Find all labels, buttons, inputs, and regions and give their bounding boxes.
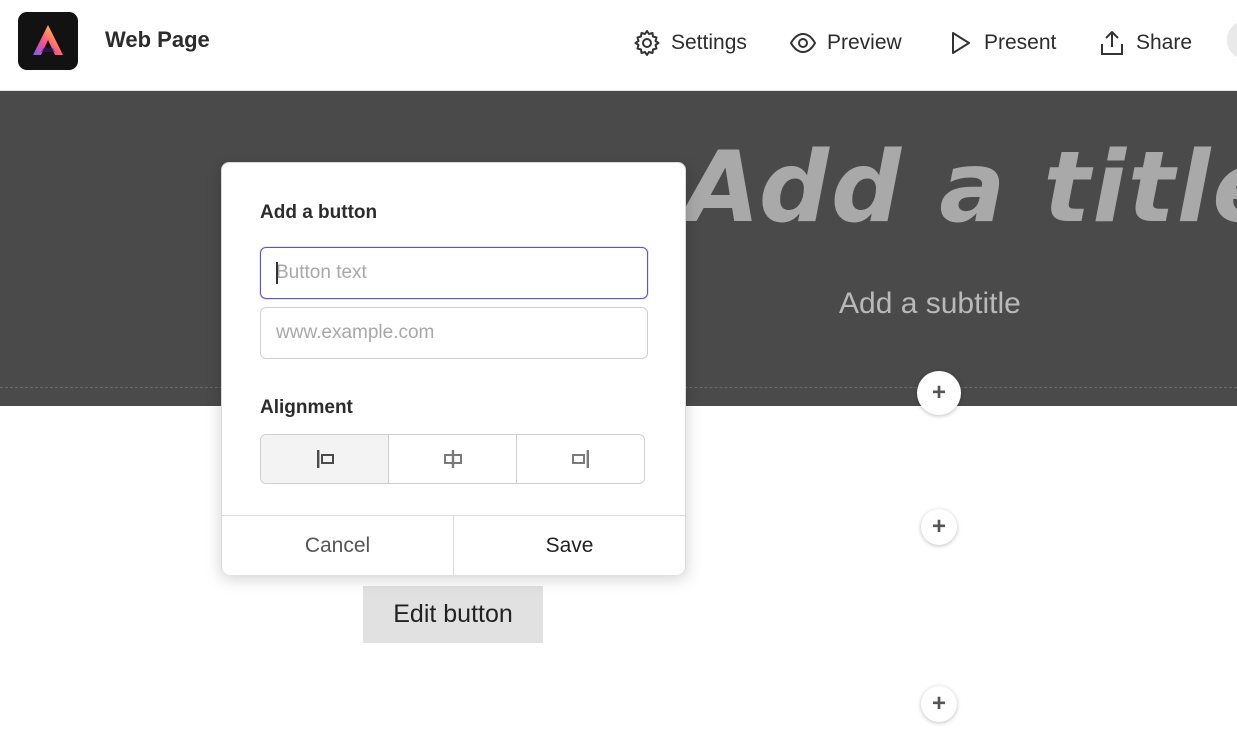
cancel-button[interactable]: Cancel bbox=[222, 516, 454, 575]
avatar[interactable] bbox=[1227, 20, 1237, 60]
add-block-button[interactable]: + bbox=[921, 509, 957, 545]
present-button[interactable]: Present bbox=[946, 26, 1056, 60]
button-text-input[interactable] bbox=[260, 247, 648, 299]
preview-label: Preview bbox=[827, 31, 902, 54]
share-icon bbox=[1101, 31, 1123, 55]
share-label: Share bbox=[1136, 31, 1193, 54]
settings-label: Settings bbox=[671, 31, 747, 54]
add-button-dialog: Add a button Alignment Cancel Save bbox=[221, 162, 686, 575]
save-button[interactable]: Save bbox=[454, 516, 685, 575]
align-center-button[interactable] bbox=[389, 435, 517, 483]
play-icon bbox=[952, 32, 970, 54]
align-left-icon bbox=[316, 450, 334, 468]
logo-a-icon bbox=[33, 25, 63, 55]
align-left-button[interactable] bbox=[261, 435, 389, 483]
url-input[interactable] bbox=[260, 307, 648, 359]
alignment-label: Alignment bbox=[260, 397, 353, 418]
eye-icon bbox=[789, 32, 817, 54]
edit-button[interactable]: Edit button bbox=[363, 586, 543, 643]
plus-icon: + bbox=[931, 513, 946, 540]
dialog-heading: Add a button bbox=[260, 202, 378, 223]
present-label: Present bbox=[984, 31, 1057, 54]
align-right-button[interactable] bbox=[517, 435, 644, 483]
hero-subtitle[interactable]: Add a subtitle bbox=[839, 287, 1021, 321]
dialog-footer: Cancel Save bbox=[222, 515, 685, 575]
page-title[interactable]: Web Page bbox=[105, 27, 210, 53]
align-center-icon bbox=[443, 450, 462, 468]
align-right-icon bbox=[571, 450, 589, 468]
share-button[interactable]: Share bbox=[1098, 26, 1192, 60]
alignment-toggle-group bbox=[260, 434, 645, 484]
settings-button[interactable]: Settings bbox=[633, 26, 747, 60]
preview-button[interactable]: Preview bbox=[789, 26, 902, 60]
add-block-button[interactable]: + bbox=[921, 686, 957, 722]
add-block-button[interactable]: + bbox=[917, 371, 961, 415]
plus-icon: + bbox=[931, 379, 946, 406]
hero-title[interactable]: Add a title bbox=[684, 131, 1237, 245]
plus-icon: + bbox=[931, 690, 946, 717]
adobe-express-logo[interactable] bbox=[18, 12, 78, 70]
gear-icon bbox=[634, 30, 660, 56]
text-caret bbox=[276, 262, 278, 284]
top-bar: Web Page Settings Preview Present Share bbox=[0, 0, 1237, 91]
